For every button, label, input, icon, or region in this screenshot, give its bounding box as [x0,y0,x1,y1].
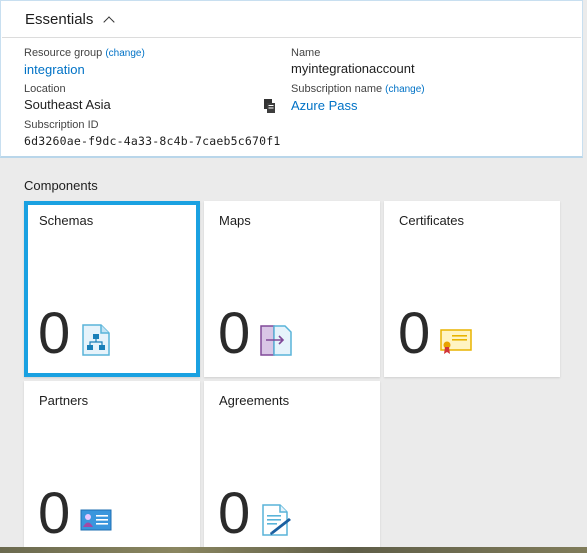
partner-icon [80,509,112,531]
subscription-id-label: Subscription ID [24,119,99,131]
subscription-id-value: 6d3260ae-f9dc-4a33-8c4b-7caeb5c670f1 [24,134,281,148]
certificate-icon [440,329,472,354]
chevron-up-icon [103,15,116,28]
map-icon [260,325,292,356]
tile-count: 0 [398,301,431,366]
name-field: Name myintegrationaccount [291,46,415,78]
tile-count: 0 [218,301,251,366]
subscription-name-field: Subscription name (change) Azure Pass [291,82,425,115]
resource-group-field: Resource group (change) integration [24,46,145,79]
essentials-toggle[interactable]: Essentials [2,2,581,38]
tile-title: Schemas [39,213,94,228]
name-label: Name [291,47,321,59]
copy-icon[interactable] [264,99,276,114]
location-field: Location Southeast Asia [24,82,111,114]
resource-group-label: Resource group [24,47,103,59]
tile-count: 0 [218,481,251,546]
agreements-tile[interactable]: Agreements 0 [204,381,380,553]
location-label: Location [24,83,66,95]
tile-title: Maps [219,213,251,228]
background-strip [0,547,587,553]
location-value: Southeast Asia [24,97,111,112]
resource-group-change-link[interactable]: (change) [105,48,144,59]
tile-title: Agreements [219,393,290,408]
name-value: myintegrationaccount [291,61,415,76]
subscription-name-value[interactable]: Azure Pass [291,97,425,115]
tile-title: Certificates [399,213,465,228]
tile-title: Partners [39,393,89,408]
essentials-title: Essentials [25,11,94,28]
components-heading: Components [24,178,98,193]
essentials-panel: Essentials Resource group (change) integ… [0,0,583,158]
partners-tile[interactable]: Partners 0 [24,381,200,553]
subscription-name-label: Subscription name [291,83,383,95]
agreement-icon [262,504,291,536]
schemas-tile[interactable]: Schemas 0 [24,201,200,377]
schema-icon [82,324,110,356]
tile-count: 0 [38,301,71,366]
resource-group-value[interactable]: integration [24,61,145,79]
certificates-tile[interactable]: Certificates 0 [384,201,560,377]
subscription-id-field: Subscription ID 6d3260ae-f9dc-4a33-8c4b-… [24,118,280,150]
tile-count: 0 [38,481,71,546]
subscription-name-change-link[interactable]: (change) [385,84,424,95]
maps-tile[interactable]: Maps 0 [204,201,380,377]
